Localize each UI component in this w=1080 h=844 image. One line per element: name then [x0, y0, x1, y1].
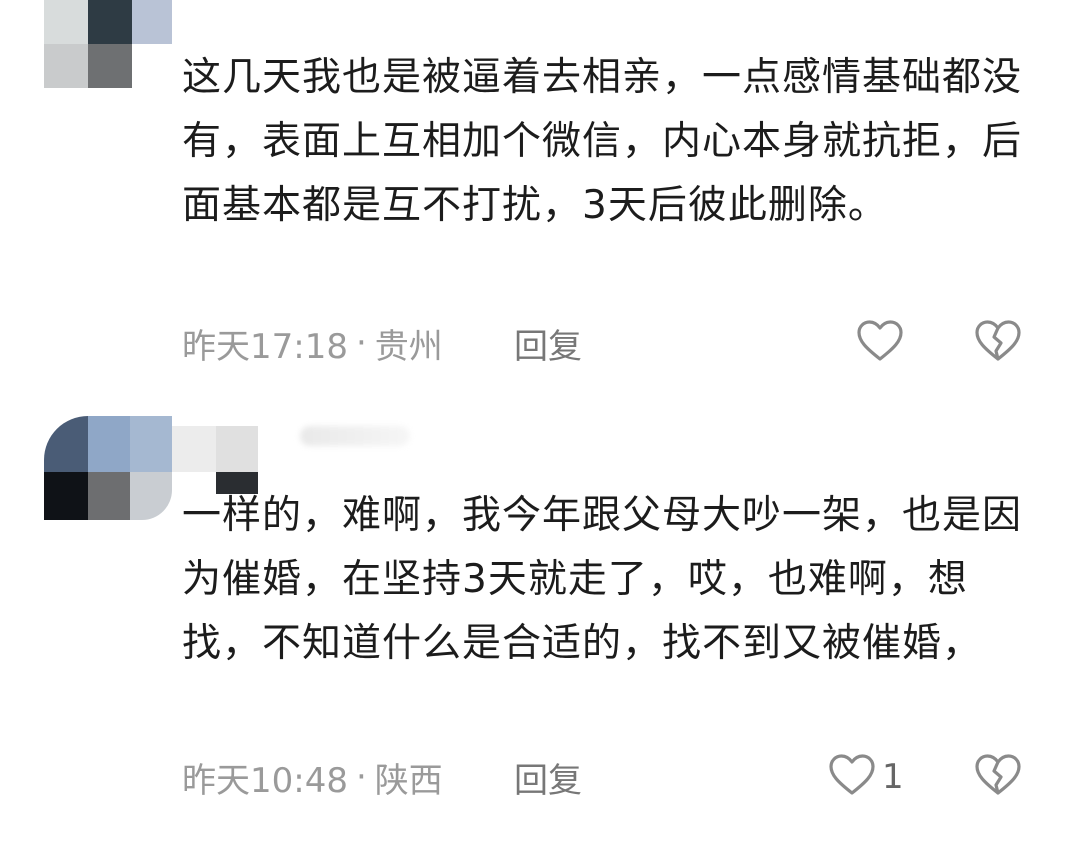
comment-time: 昨天10:48: [182, 760, 348, 801]
comment-meta: 昨天10:48 · 陕西: [182, 752, 443, 802]
dislike-button[interactable]: [974, 318, 1022, 368]
like-button[interactable]: 1: [828, 752, 904, 802]
comment-meta: 昨天17:18 · 贵州: [182, 318, 443, 368]
like-button[interactable]: [856, 318, 904, 368]
heart-outline-icon: [828, 753, 876, 801]
broken-heart-icon: [974, 319, 1022, 367]
broken-heart-icon: [974, 753, 1022, 801]
dislike-button[interactable]: [974, 752, 1022, 802]
avatar[interactable]: [44, 0, 172, 88]
username-blurred[interactable]: [300, 426, 410, 446]
comment-item-1: 这几天我也是被逼着去相亲，一点感情基础都没有，表面上互相加个微信，内心本身就抗拒…: [0, 0, 1080, 400]
comment-item-2: 一样的，难啊，我今年跟父母大吵一架，也是因为催婚，在坚持3天就走了，哎，也难啊，…: [0, 400, 1080, 844]
comment-location: 贵州: [374, 326, 443, 367]
comment-text: 一样的，难啊，我今年跟父母大吵一架，也是因为催婚，在坚持3天就走了，哎，也难啊，…: [182, 493, 1023, 666]
heart-outline-icon: [856, 319, 904, 367]
reply-button[interactable]: 回复: [514, 752, 582, 802]
comment-text: 这几天我也是被逼着去相亲，一点感情基础都没有，表面上互相加个微信，内心本身就抗拒…: [182, 55, 1023, 228]
comment-location: 陕西: [374, 760, 443, 801]
meta-separator: ·: [355, 323, 367, 363]
meta-separator: ·: [355, 757, 367, 797]
like-count: 1: [882, 757, 904, 797]
reply-button[interactable]: 回复: [514, 318, 582, 368]
comment-time: 昨天17:18: [182, 326, 348, 367]
